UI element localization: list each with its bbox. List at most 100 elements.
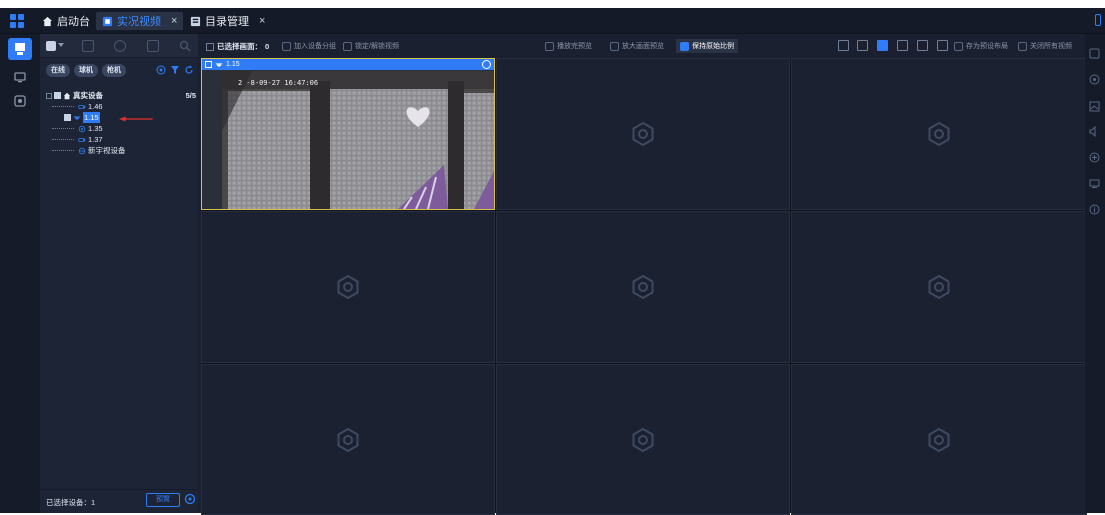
tree-item-label: 1.46 [88,102,103,111]
right-tool-rail [1085,34,1105,513]
ball-camera-icon [78,125,86,132]
target-icon[interactable] [156,65,166,75]
camera-placeholder-icon [928,427,950,452]
image-settings-icon[interactable] [1089,101,1100,112]
item-checkbox[interactable] [64,114,71,121]
device-count: 5/5 [185,91,196,100]
camera-feed: 2 -8-09-27 16:47:06 [222,71,494,209]
close-all-videos-button[interactable]: 关闭所有视频 [1018,41,1072,51]
search-icon[interactable] [179,40,191,52]
filter-dome[interactable]: 球机 [74,64,98,77]
play-preview-button[interactable]: 播放完预览 [545,41,592,51]
lock-video-button[interactable]: 锁定/解锁视频 [343,41,399,51]
info-icon[interactable] [1089,204,1100,215]
camera-image [222,71,494,209]
video-toolbar: 已选择画面： 0 加入设备分组 锁定/解锁视频 播放完预览 放大画面预览 保持原… [198,34,1085,58]
apps-grid-icon[interactable] [10,14,24,28]
preview-button[interactable]: 預覽 [146,493,180,507]
device-tree: 真实设备 5/5 1.46 1.15 1.35 1.37 新宇视设备 [46,90,196,156]
tree-item[interactable]: 1.35 [46,123,196,134]
filter-online[interactable]: 在线 [46,64,70,77]
tree-item-label: 1.35 [88,124,103,133]
root-checkbox[interactable] [54,92,61,99]
close-icon[interactable]: × [171,15,177,27]
tree-root[interactable]: 真实设备 5/5 [46,90,196,101]
filter-bullet[interactable]: 枪机 [102,64,126,77]
save-icon[interactable] [147,40,159,52]
camera-placeholder-icon [928,274,950,300]
video-cell-empty[interactable] [201,364,495,515]
live-view-nav-icon[interactable] [8,38,32,60]
layout-4x4-icon[interactable] [897,40,908,51]
tree-item[interactable]: 1.46 [46,101,196,112]
app-window: 启动台 实况视频 × 目录管理 × 在线 球机 枪机 真实设备 5/5 1.46… [0,8,1105,515]
keep-ratio-button[interactable]: 保持原始比例 [676,39,738,53]
tab-label: 启动台 [57,16,90,28]
enlarge-preview-button[interactable]: 放大画面预览 [610,41,664,51]
osd-timestamp: 2 -8-09-27 16:47:06 [238,79,319,87]
panel-toolbar [40,34,198,58]
selected-devices-count: 已选择设备：1 [46,498,96,507]
video-cell-live[interactable]: 1.15 2 -8-09-27 16:47:06 [201,58,495,210]
layout-menu-icon[interactable] [46,41,56,51]
close-video-icon[interactable] [482,60,491,69]
video-cell-empty[interactable] [791,364,1087,515]
tab-launcher[interactable]: 启动台 [36,12,96,30]
close-icon[interactable]: × [259,15,265,27]
video-icon [102,16,113,26]
panel-toggle-icon[interactable] [1095,14,1101,26]
device-filters: 在线 球机 枪机 [46,64,126,80]
tab-label: 实况视频 [117,16,161,28]
video-cell-empty[interactable] [201,211,495,363]
tree-item-label: 1.15 [83,112,100,123]
fullscreen-icon[interactable] [937,40,948,51]
video-cell-empty[interactable] [496,58,790,210]
layout-3x3-icon[interactable] [877,40,888,51]
video-grid: 1.15 2 -8-09-27 16:47:06 [201,58,1087,515]
video-cell-empty[interactable] [791,58,1087,210]
tree-item[interactable]: 1.37 [46,134,196,145]
camera-placeholder-icon [632,274,654,300]
select-all-checkbox[interactable] [206,42,214,51]
layout-1x1-icon[interactable] [838,40,849,51]
collapse-icon[interactable] [46,92,52,99]
tree-item-label: 新宇视设备 [88,146,126,155]
tree-item-label: 1.37 [88,135,103,144]
panel-icon[interactable] [1089,48,1100,59]
refresh-icon[interactable] [184,65,194,75]
video-cell-title: 1.15 [226,61,240,68]
layout-2x2-icon[interactable] [857,40,868,51]
zoom-icon[interactable] [1089,152,1100,163]
save-layout-button[interactable]: 存为预设布局 [954,41,1008,51]
camera-placeholder-icon [337,427,359,452]
cell-checkbox[interactable] [205,61,212,68]
camera-placeholder-icon [632,121,654,147]
history-icon[interactable] [114,40,126,52]
bullet-camera-icon [78,104,86,109]
video-cell-empty[interactable] [791,211,1087,363]
video-cell-empty[interactable] [496,211,790,363]
ptz-icon[interactable] [1089,74,1100,85]
folder-icon[interactable] [82,40,94,52]
gear-icon[interactable] [184,493,196,505]
camera-placeholder-icon [337,274,359,300]
custom-layout-icon[interactable] [917,40,928,51]
tab-catalog[interactable]: 目录管理 × [184,12,271,30]
add-to-group-button[interactable]: 加入设备分组 [282,41,336,51]
filter-icon[interactable] [170,65,180,75]
tree-item[interactable]: 新宇视设备 [46,145,196,156]
audio-icon[interactable] [1089,126,1100,137]
chevron-down-icon[interactable] [58,43,64,48]
dome-camera-icon [78,147,86,154]
monitor-nav-icon[interactable] [13,70,27,84]
tab-live-video[interactable]: 实况视频 × [96,12,184,30]
tab-label: 目录管理 [205,16,249,28]
playback-nav-icon[interactable] [13,94,27,108]
device-panel: 在线 球机 枪机 真实设备 5/5 1.46 1.15 1.35 1.37 新宇… [40,34,198,513]
video-cell-empty[interactable] [496,364,790,515]
bullet-camera-icon [78,137,86,142]
panel-footer: 已选择设备：1 預覽 [40,489,198,513]
display-icon[interactable] [1089,178,1100,189]
tab-bar: 启动台 实况视频 × 目录管理 × [0,8,1105,34]
left-nav-rail [0,34,40,513]
